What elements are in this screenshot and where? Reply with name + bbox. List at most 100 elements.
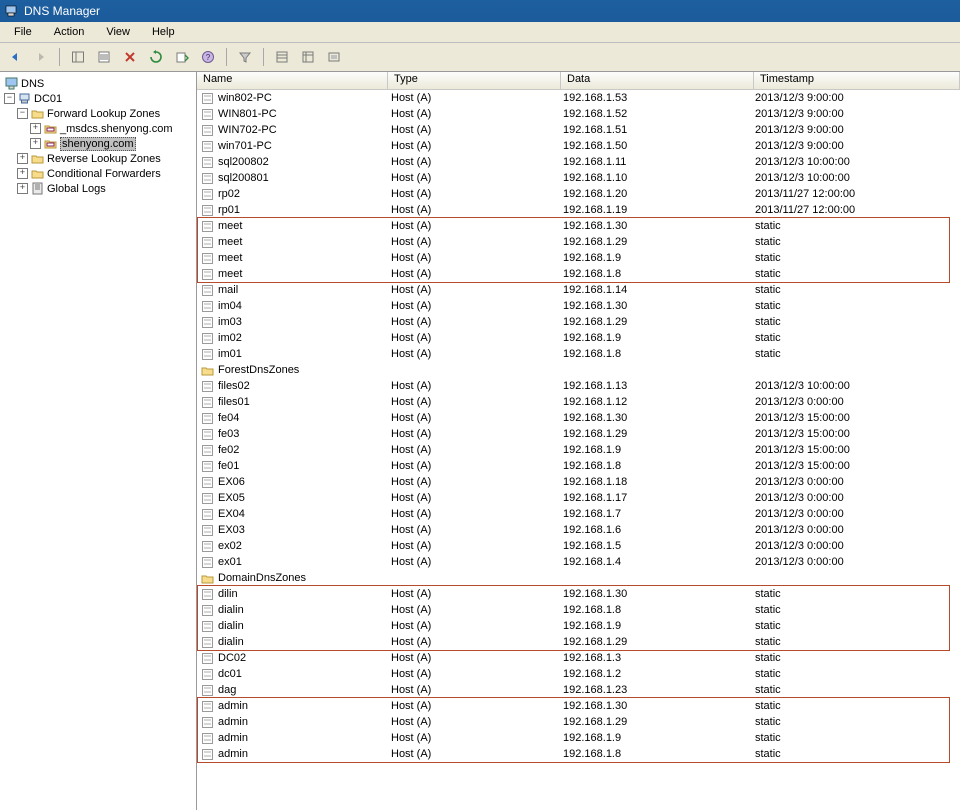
toolbar-help-button[interactable]: ? [197, 46, 219, 68]
toolbar-show-hide-tree-button[interactable] [67, 46, 89, 68]
expander-icon[interactable]: + [17, 183, 28, 194]
toolbar-filter-button[interactable] [234, 46, 256, 68]
menu-file[interactable]: File [4, 24, 42, 40]
menu-view[interactable]: View [96, 24, 140, 40]
table-row[interactable]: meetHost (A)192.168.1.9static [197, 250, 960, 266]
table-row[interactable]: adminHost (A)192.168.1.8static [197, 746, 960, 762]
table-row[interactable]: im03Host (A)192.168.1.29static [197, 314, 960, 330]
table-row[interactable]: sql200801Host (A)192.168.1.102013/12/3 1… [197, 170, 960, 186]
table-row[interactable]: adminHost (A)192.168.1.9static [197, 730, 960, 746]
table-row[interactable]: rp01Host (A)192.168.1.192013/11/27 12:00… [197, 202, 960, 218]
table-row[interactable]: meetHost (A)192.168.1.8static [197, 266, 960, 282]
table-row[interactable]: dilinHost (A)192.168.1.30static [197, 586, 960, 602]
tree-node-conditional-forwarders[interactable]: + Conditional Forwarders [0, 166, 196, 181]
table-row[interactable]: adminHost (A)192.168.1.30static [197, 698, 960, 714]
table-row[interactable]: EX06Host (A)192.168.1.182013/12/3 0:00:0… [197, 474, 960, 490]
tree-root[interactable]: DNS [0, 76, 196, 91]
toolbar-delete-button[interactable] [119, 46, 141, 68]
table-row[interactable]: ForestDnsZones [197, 362, 960, 378]
record-name-label: rp01 [218, 204, 240, 216]
record-name-label: win802-PC [218, 92, 272, 104]
tree-node-zone-msdcs[interactable]: + _msdcs.shenyong.com [0, 121, 196, 136]
expander-icon[interactable]: + [17, 153, 28, 164]
table-row[interactable]: fe03Host (A)192.168.1.292013/12/3 15:00:… [197, 426, 960, 442]
table-row[interactable]: meetHost (A)192.168.1.30static [197, 218, 960, 234]
column-header-timestamp[interactable]: Timestamp [754, 72, 960, 89]
record-name-label: sql200801 [218, 172, 269, 184]
table-row[interactable]: im01Host (A)192.168.1.8static [197, 346, 960, 362]
cell-type: Host (A) [385, 348, 557, 360]
table-row[interactable]: fe04Host (A)192.168.1.302013/12/3 15:00:… [197, 410, 960, 426]
table-row[interactable]: im02Host (A)192.168.1.9static [197, 330, 960, 346]
column-header-name[interactable]: Name [197, 72, 388, 89]
table-row[interactable]: ex02Host (A)192.168.1.52013/12/3 0:00:00 [197, 538, 960, 554]
table-row[interactable]: DomainDnsZones [197, 570, 960, 586]
cell-data: 192.168.1.30 [557, 588, 749, 600]
cell-type: Host (A) [385, 476, 557, 488]
cell-timestamp: static [749, 748, 960, 760]
expander-icon[interactable]: + [17, 168, 28, 179]
table-row[interactable]: win802-PCHost (A)192.168.1.532013/12/3 9… [197, 90, 960, 106]
window-title: DNS Manager [24, 4, 100, 18]
table-row[interactable]: im04Host (A)192.168.1.30static [197, 298, 960, 314]
cell-data: 192.168.1.23 [557, 684, 749, 696]
column-header-data[interactable]: Data [561, 72, 754, 89]
cell-name: ForestDnsZones [197, 364, 385, 377]
cell-data: 192.168.1.9 [557, 732, 749, 744]
table-row[interactable]: win701-PCHost (A)192.168.1.502013/12/3 9… [197, 138, 960, 154]
menu-action[interactable]: Action [44, 24, 95, 40]
column-header-type[interactable]: Type [388, 72, 561, 89]
tree-node-zone-shenyong[interactable]: + shenyong.com [0, 136, 196, 151]
table-row[interactable]: WIN801-PCHost (A)192.168.1.522013/12/3 9… [197, 106, 960, 122]
table-row[interactable]: dagHost (A)192.168.1.23static [197, 682, 960, 698]
expander-icon[interactable]: + [30, 123, 41, 134]
table-row[interactable]: EX05Host (A)192.168.1.172013/12/3 0:00:0… [197, 490, 960, 506]
menu-help[interactable]: Help [142, 24, 185, 40]
cell-data: 192.168.1.17 [557, 492, 749, 504]
table-row[interactable]: dialinHost (A)192.168.1.29static [197, 634, 960, 650]
table-row[interactable]: adminHost (A)192.168.1.29static [197, 714, 960, 730]
table-row[interactable]: mailHost (A)192.168.1.14static [197, 282, 960, 298]
table-row[interactable]: dialinHost (A)192.168.1.9static [197, 618, 960, 634]
toolbar-action-button[interactable] [323, 46, 345, 68]
tree-node-forward-zones[interactable]: − Forward Lookup Zones [0, 106, 196, 121]
tree-pane[interactable]: DNS − DC01 − Forward Lookup Zones + _msd… [0, 72, 197, 810]
toolbar-properties-button[interactable] [93, 46, 115, 68]
cell-name: EX06 [197, 476, 385, 489]
expander-icon[interactable]: + [30, 138, 41, 149]
table-row[interactable]: DC02Host (A)192.168.1.3static [197, 650, 960, 666]
tree-node-reverse-zones[interactable]: + Reverse Lookup Zones [0, 151, 196, 166]
table-row[interactable]: sql200802Host (A)192.168.1.112013/12/3 1… [197, 154, 960, 170]
record-name-label: ex01 [218, 556, 242, 568]
table-row[interactable]: dc01Host (A)192.168.1.2static [197, 666, 960, 682]
toolbar-list-button[interactable] [271, 46, 293, 68]
table-row[interactable]: fe01Host (A)192.168.1.82013/12/3 15:00:0… [197, 458, 960, 474]
table-row[interactable]: fe02Host (A)192.168.1.92013/12/3 15:00:0… [197, 442, 960, 458]
cell-name: sql200802 [197, 156, 385, 169]
cell-name: win802-PC [197, 92, 385, 105]
cell-name: EX03 [197, 524, 385, 537]
expander-icon[interactable]: − [17, 108, 28, 119]
table-row[interactable]: rp02Host (A)192.168.1.202013/11/27 12:00… [197, 186, 960, 202]
table-row[interactable]: files02Host (A)192.168.1.132013/12/3 10:… [197, 378, 960, 394]
rows-container[interactable]: win802-PCHost (A)192.168.1.532013/12/3 9… [197, 90, 960, 810]
cell-name: files02 [197, 380, 385, 393]
table-row[interactable]: WIN702-PCHost (A)192.168.1.512013/12/3 9… [197, 122, 960, 138]
toolbar-forward-button[interactable] [30, 46, 52, 68]
folder-icon [201, 572, 214, 585]
toolbar-export-button[interactable] [171, 46, 193, 68]
cell-data: 192.168.1.29 [557, 236, 749, 248]
toolbar-back-button[interactable] [4, 46, 26, 68]
expander-icon[interactable]: − [4, 93, 15, 104]
tree-node-dc01[interactable]: − DC01 [0, 91, 196, 106]
cell-timestamp: 2013/12/3 9:00:00 [749, 124, 960, 136]
toolbar-details-button[interactable] [297, 46, 319, 68]
toolbar-refresh-button[interactable] [145, 46, 167, 68]
table-row[interactable]: EX04Host (A)192.168.1.72013/12/3 0:00:00 [197, 506, 960, 522]
table-row[interactable]: EX03Host (A)192.168.1.62013/12/3 0:00:00 [197, 522, 960, 538]
tree-node-global-logs[interactable]: + Global Logs [0, 181, 196, 196]
table-row[interactable]: files01Host (A)192.168.1.122013/12/3 0:0… [197, 394, 960, 410]
table-row[interactable]: meetHost (A)192.168.1.29static [197, 234, 960, 250]
table-row[interactable]: ex01Host (A)192.168.1.42013/12/3 0:00:00 [197, 554, 960, 570]
table-row[interactable]: dialinHost (A)192.168.1.8static [197, 602, 960, 618]
